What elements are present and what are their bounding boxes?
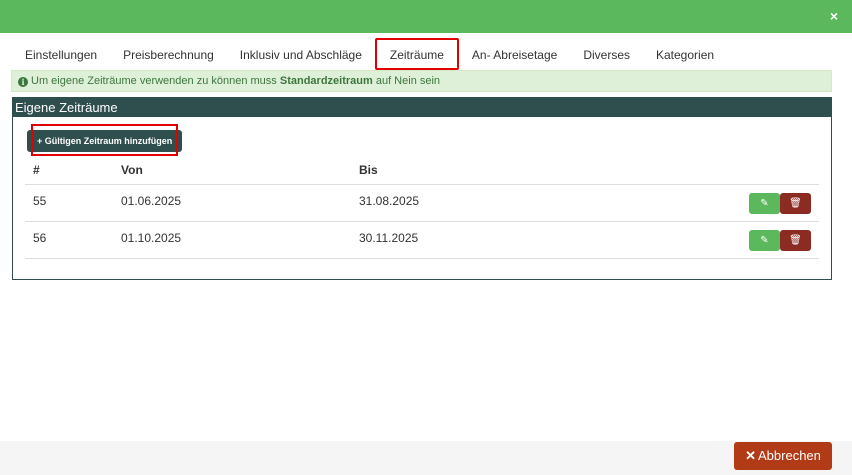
cancel-button[interactable]: ✕ Abbrechen xyxy=(734,442,832,470)
column-header-bis: Bis xyxy=(359,163,378,177)
table-row: 56 01.10.2025 30.11.2025 ✎ 🗑 xyxy=(25,222,819,259)
delete-button[interactable]: 🗑 xyxy=(780,193,811,214)
alert-text-before: Um eigene Zeiträume verwenden zu können … xyxy=(31,75,280,87)
tab-diverses[interactable]: Diverses xyxy=(570,38,643,70)
row-id: 56 xyxy=(33,231,47,245)
edit-icon: ✎ xyxy=(760,235,769,246)
modal-header: × xyxy=(0,0,852,33)
edit-button[interactable]: ✎ xyxy=(749,193,780,214)
column-header-von: Von xyxy=(121,163,143,177)
row-von: 01.10.2025 xyxy=(121,231,182,245)
row-bis: 30.11.2025 xyxy=(359,231,419,245)
row-bis: 31.08.2025 xyxy=(359,194,420,208)
trash-icon: 🗑 xyxy=(789,235,802,246)
panel-title: Eigene Zeiträume xyxy=(13,98,831,117)
table-row: 55 01.06.2025 31.08.2025 ✎ 🗑 xyxy=(25,185,819,222)
cancel-label: Abbrechen xyxy=(758,448,821,463)
add-zeitraum-button[interactable]: + Gültigen Zeitraum hinzufügen xyxy=(27,130,183,152)
info-icon: i xyxy=(18,77,28,87)
table-header: # Von Bis xyxy=(25,156,819,185)
edit-button[interactable]: ✎ xyxy=(749,230,780,251)
alert-text-bold: Standardzeitraum xyxy=(279,75,373,87)
tab-an-abreisetage[interactable]: An- Abreisetage xyxy=(459,38,570,70)
row-von: 01.06.2025 xyxy=(121,194,182,208)
column-header-id: # xyxy=(33,163,40,177)
zeitraeume-panel: Eigene Zeiträume + Gültigen Zeitraum hin… xyxy=(12,97,832,280)
row-id: 55 xyxy=(33,194,47,208)
edit-icon: ✎ xyxy=(760,198,769,209)
tab-preisberechnung[interactable]: Preisberechnung xyxy=(110,38,227,70)
tab-bar: Einstellungen Preisberechnung Inklusiv u… xyxy=(12,38,727,70)
close-icon[interactable]: × xyxy=(830,7,838,25)
tab-inklusiv-und-abschlaege[interactable]: Inklusiv und Abschläge xyxy=(227,38,375,70)
alert-text-after: auf Nein sein xyxy=(372,75,441,87)
trash-icon: 🗑 xyxy=(789,198,802,209)
close-icon: ✕ xyxy=(745,448,756,463)
tab-einstellungen[interactable]: Einstellungen xyxy=(12,38,110,70)
tab-kategorien[interactable]: Kategorien xyxy=(643,38,727,70)
tab-zeitraeume[interactable]: Zeiträume xyxy=(374,38,459,70)
modal-footer xyxy=(0,441,852,475)
info-alert: i Um eigene Zeiträume verwenden zu können… xyxy=(11,70,832,92)
zeitraeume-table: # Von Bis 55 01.06.2025 31.08.2025 ✎ 🗑 5… xyxy=(25,156,819,259)
delete-button[interactable]: 🗑 xyxy=(780,230,811,251)
